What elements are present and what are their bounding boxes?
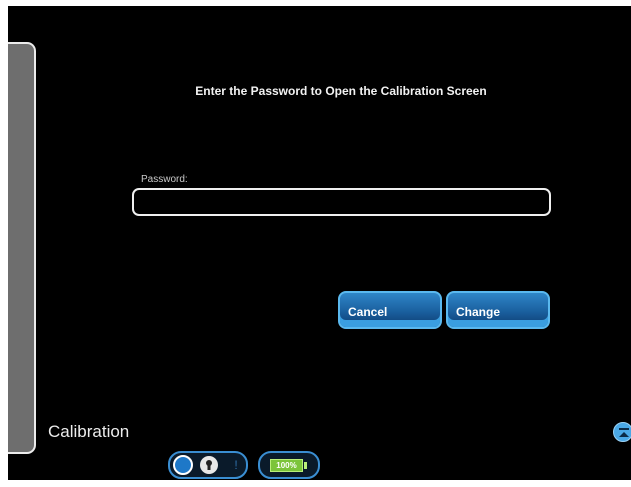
change-button[interactable]: Change	[446, 291, 550, 329]
battery-icon: 100%	[270, 459, 303, 472]
lock-icon	[200, 456, 218, 474]
password-input[interactable]	[132, 188, 551, 216]
page-title: Calibration	[48, 422, 130, 441]
chevron-up-icon	[619, 428, 629, 437]
toggle-knob[interactable]	[173, 455, 193, 475]
battery-tip	[304, 462, 307, 469]
password-label: Password:	[141, 174, 188, 185]
battery-level: 100%	[276, 461, 297, 470]
cancel-button[interactable]: Cancel	[338, 291, 442, 329]
device-screen	[8, 6, 631, 480]
collapse-button[interactable]	[613, 422, 631, 442]
info-icon: !	[234, 458, 238, 472]
lock-toggle[interactable]: !	[168, 451, 248, 479]
side-drawer-handle[interactable]	[8, 42, 36, 454]
change-button-label: Change	[456, 304, 501, 319]
cancel-button-label: Cancel	[348, 304, 388, 319]
password-prompt: Enter the Password to Open the Calibrati…	[195, 84, 487, 98]
battery-indicator: 100%	[258, 451, 320, 479]
